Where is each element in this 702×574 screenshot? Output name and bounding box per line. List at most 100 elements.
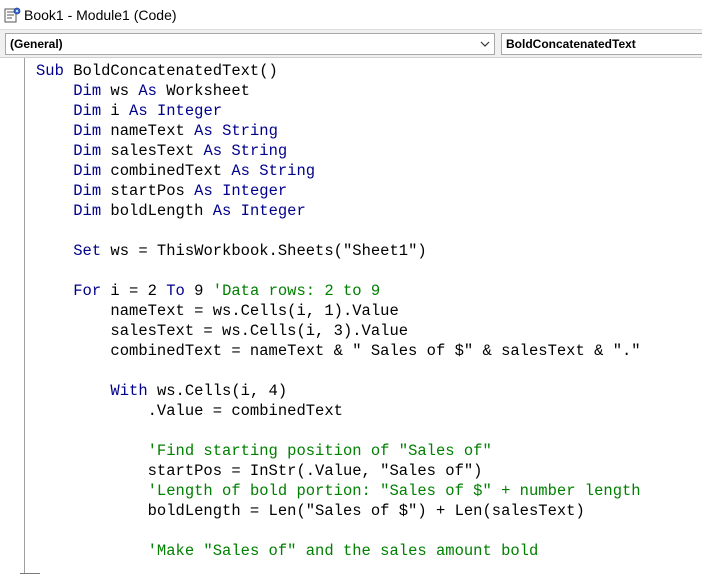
code-line[interactable]: Dim i As Integer [36,101,641,121]
code-line[interactable]: combinedText = nameText & " Sales of $" … [36,341,641,361]
code-token: boldLength [101,202,213,220]
code-keyword: As [194,182,213,200]
code-token: .Value = combinedText [36,402,343,420]
code-text[interactable]: Sub BoldConcatenatedText() Dim ws As Wor… [36,61,641,561]
code-comment: 'Data rows: 2 to 9 [212,282,381,300]
code-keyword: Dim [73,102,102,120]
code-token: startPos = InStr(.Value, "Sales of") [36,462,483,480]
code-token: Worksheet [156,82,250,100]
code-keyword: Set [73,242,102,260]
object-dropdown-value: (General) [10,37,63,51]
code-keyword: Dim [73,82,102,100]
code-line[interactable]: Dim boldLength As Integer [36,201,641,221]
code-keyword: Integer [222,182,288,200]
code-keyword: Dim [73,202,102,220]
code-keyword: As [194,122,213,140]
code-token: ws = ThisWorkbook.Sheets("Sheet1") [101,242,427,260]
code-editor[interactable]: Sub BoldConcatenatedText() Dim ws As Wor… [0,58,702,574]
code-keyword: As [138,82,157,100]
code-token: startPos [101,182,195,200]
code-keyword: String [222,122,278,140]
margin-indicator-bar[interactable] [0,58,24,574]
code-token: boldLength = Len("Sales of $") + Len(sal… [36,502,585,520]
code-keyword: String [259,162,316,180]
code-token: nameText [101,122,195,140]
code-keyword: With [110,382,148,400]
code-token: salesText = ws.Cells(i, 3).Value [36,322,409,340]
code-line[interactable] [36,521,641,541]
code-line[interactable]: Set ws = ThisWorkbook.Sheets("Sheet1") [36,241,641,261]
code-comment: 'Find starting position of "Sales of" [147,442,492,460]
code-keyword: Dim [73,122,102,140]
code-token: nameText = ws.Cells(i, 1).Value [36,302,399,320]
code-keyword: Dim [73,162,102,180]
code-token: BoldConcatenatedText() [63,62,278,80]
code-comment: 'Make "Sales of" and the sales amount bo… [147,542,539,560]
code-keyword: For [73,282,102,300]
code-line[interactable] [36,421,641,441]
code-line[interactable]: nameText = ws.Cells(i, 1).Value [36,301,641,321]
code-line[interactable]: Dim ws As Worksheet [36,81,641,101]
chevron-down-icon[interactable] [476,34,494,54]
code-line[interactable]: 'Find starting position of "Sales of" [36,441,641,461]
code-line[interactable]: Sub BoldConcatenatedText() [36,61,641,81]
code-line[interactable]: Dim salesText As String [36,141,641,161]
code-line[interactable]: 'Length of bold portion: "Sales of $" + … [36,481,641,501]
code-line[interactable]: Dim combinedText As String [36,161,641,181]
code-keyword: As [212,202,232,220]
code-line[interactable] [36,261,641,281]
code-keyword: Dim [73,182,102,200]
code-keyword: Integer [240,202,306,220]
code-line[interactable]: Dim nameText As String [36,121,641,141]
code-line[interactable]: Dim startPos As Integer [36,181,641,201]
code-token: 9 [184,282,213,300]
code-token: combinedText = nameText & " Sales of $" … [36,342,641,360]
code-line[interactable]: boldLength = Len("Sales of $") + Len(sal… [36,501,641,521]
code-keyword: Sub [36,62,64,80]
object-dropdown[interactable]: (General) [5,33,495,55]
margin-divider [24,58,25,574]
code-keyword: As [129,102,148,120]
code-line[interactable]: 'Make "Sales of" and the sales amount bo… [36,541,641,561]
code-token: salesText [101,142,204,160]
procedure-dropdown[interactable]: BoldConcatenatedText [501,33,702,55]
code-keyword: Dim [73,142,102,160]
code-line[interactable]: For i = 2 To 9 'Data rows: 2 to 9 [36,281,641,301]
code-line[interactable] [36,221,641,241]
code-toolbar: (General) BoldConcatenatedText [0,30,702,58]
code-keyword: String [231,142,288,160]
code-token: i = 2 [101,282,167,300]
code-token: i [101,102,130,120]
code-line[interactable] [36,361,641,381]
code-token: ws [101,82,139,100]
code-line[interactable]: With ws.Cells(i, 4) [36,381,641,401]
code-keyword: To [166,282,185,300]
code-keyword: Integer [156,102,223,120]
window-title: Book1 - Module1 (Code) [24,6,177,23]
vba-module-icon [4,6,22,24]
code-token: combinedText [101,162,232,180]
code-line[interactable]: startPos = InStr(.Value, "Sales of") [36,461,641,481]
code-line[interactable]: salesText = ws.Cells(i, 3).Value [36,321,641,341]
title-bar: Book1 - Module1 (Code) [0,0,702,30]
code-comment: 'Length of bold portion: "Sales of $" + … [147,482,641,500]
procedure-dropdown-value: BoldConcatenatedText [506,37,636,51]
code-line[interactable]: .Value = combinedText [36,401,641,421]
code-token: ws.Cells(i, 4) [147,382,288,400]
